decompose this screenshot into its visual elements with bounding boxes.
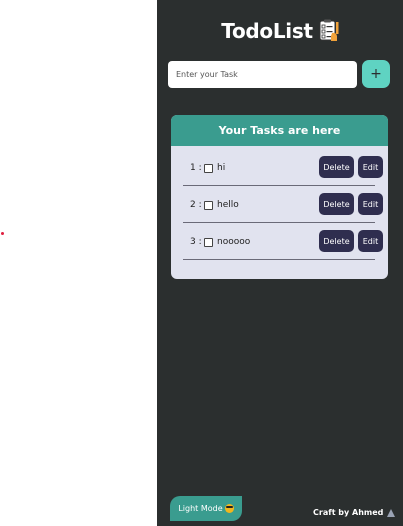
delete-button[interactable]: Delete xyxy=(319,193,354,215)
task-text: hi xyxy=(217,163,226,173)
task-checkbox[interactable] xyxy=(204,201,213,210)
task-input[interactable] xyxy=(168,61,357,88)
todo-app: TodoList + Your Tasks are here 1 : xyxy=(157,0,403,526)
edit-button[interactable]: Edit xyxy=(358,230,383,252)
task-checkbox[interactable] xyxy=(204,238,213,247)
task-row: 3 : nooooo Delete Edit xyxy=(183,225,383,260)
task-checkbox[interactable] xyxy=(204,164,213,173)
task-text: hello xyxy=(217,200,239,210)
clipboard-checklist-icon xyxy=(319,19,339,43)
task-text: nooooo xyxy=(217,237,251,247)
delete-button[interactable]: Delete xyxy=(319,230,354,252)
credit: Craft by Ahmed xyxy=(313,508,396,517)
plus-icon: + xyxy=(370,66,382,82)
task-number: 3 : xyxy=(190,237,202,247)
tasks-card: Your Tasks are here 1 : hi Delete Edit 2… xyxy=(171,115,388,279)
task-row: 1 : hi Delete Edit xyxy=(183,151,383,186)
task-number: 2 : xyxy=(190,200,202,210)
delete-button[interactable]: Delete xyxy=(319,156,354,178)
add-task-button[interactable]: + xyxy=(362,60,390,88)
light-mode-button[interactable]: Light Mode xyxy=(170,496,242,521)
edit-button[interactable]: Edit xyxy=(358,156,383,178)
ninja-icon xyxy=(387,508,396,517)
stray-dot xyxy=(1,232,4,235)
edit-button[interactable]: Edit xyxy=(358,193,383,215)
light-mode-label: Light Mode xyxy=(178,504,223,513)
task-row: 2 : hello Delete Edit xyxy=(183,188,383,223)
cool-face-icon xyxy=(224,504,234,513)
header: TodoList xyxy=(157,14,403,48)
tasks-header: Your Tasks are here xyxy=(171,115,388,146)
page-title: TodoList xyxy=(221,19,313,43)
task-number: 1 : xyxy=(190,163,202,173)
credit-text: Craft by Ahmed xyxy=(313,508,384,517)
add-task-form: + xyxy=(168,60,392,90)
